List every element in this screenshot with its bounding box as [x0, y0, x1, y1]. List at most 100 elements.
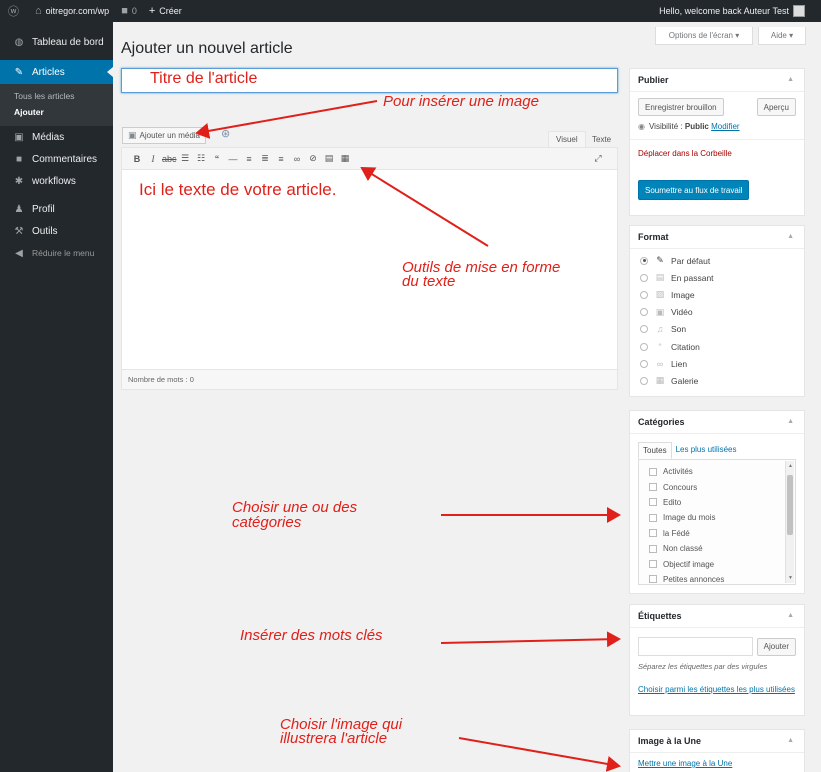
format-option-quote[interactable]: “Citation [630, 338, 804, 355]
collapse-arrow-icon[interactable]: ▲ [787, 612, 794, 619]
featured-image-box-title[interactable]: Image à la Une ▲ [630, 730, 804, 753]
align-left-icon[interactable]: ≡ [242, 154, 256, 164]
save-draft-button[interactable]: Enregistrer brouillon [638, 98, 724, 116]
unlink-icon[interactable]: ⊘ [306, 153, 320, 164]
list-item[interactable]: la Fédé [639, 526, 795, 541]
radio-button[interactable] [640, 376, 648, 385]
format-option-image[interactable]: ▨ Image [630, 286, 804, 303]
submenu-add-new[interactable]: Ajouter [0, 104, 113, 120]
submit-workflow-button[interactable]: Soumettre au flux de travail [638, 180, 750, 200]
fullscreen-icon[interactable]: ⤢ [591, 153, 605, 164]
tab-text[interactable]: Texte [585, 131, 618, 147]
comments-link[interactable]: ■ 0 [121, 5, 137, 17]
screen-options-button[interactable]: Options de l'écran ▾ [655, 27, 753, 45]
tags-box-title[interactable]: Étiquettes ▲ [630, 605, 804, 628]
link-icon[interactable]: ∞ [290, 154, 304, 164]
annotation-keywords: Insérer des mots clés [240, 627, 383, 644]
list-item[interactable]: Image du mois [639, 510, 795, 525]
sidebar-item-dashboard[interactable]: ◍ Tableau de bord [0, 30, 113, 54]
sidebar-item-articles[interactable]: ✎ Articles [0, 60, 113, 84]
radio-button[interactable] [640, 256, 648, 265]
align-center-icon[interactable]: ≣ [258, 153, 272, 164]
add-tag-button[interactable]: Ajouter [756, 637, 796, 656]
add-media-button[interactable]: ▣ Ajouter un média [122, 127, 206, 144]
radio-button[interactable] [640, 273, 648, 282]
bold-icon[interactable]: B [130, 154, 144, 164]
blockquote-icon[interactable]: “ [210, 154, 224, 164]
scroll-down-icon[interactable]: ▼ [788, 575, 793, 581]
radio-button[interactable] [640, 342, 648, 351]
modify-visibility-link[interactable]: Modifier [711, 122, 739, 131]
checkbox[interactable] [649, 575, 657, 584]
move-to-trash-link[interactable]: Déplacer dans la Corbeille [638, 149, 732, 158]
read-more-icon[interactable]: ▤ [322, 153, 336, 164]
strikethrough-icon[interactable]: abc [162, 154, 177, 164]
list-item[interactable]: Petites annonces [639, 572, 795, 587]
collapse-arrow-icon[interactable]: ▲ [787, 233, 794, 240]
submenu-all-articles[interactable]: Tous les articles [0, 88, 113, 104]
collapse-arrow-icon[interactable]: ▲ [787, 737, 794, 744]
annotation-title: Titre de l'article [150, 70, 258, 87]
sidebar-item-workflows[interactable]: ✱ workflows [0, 170, 113, 192]
choose-popular-tags-link[interactable]: Choisir parmi les étiquettes les plus ut… [638, 685, 795, 694]
categories-box-title[interactable]: Catégories ▲ [630, 411, 804, 434]
gallery-icon: ▦ [655, 375, 665, 386]
scrollbar-thumb[interactable] [787, 475, 793, 535]
set-featured-image-link[interactable]: Mettre une image à la Une [638, 759, 732, 768]
format-option-aside[interactable]: ▤ En passant [630, 269, 804, 286]
media-icon: ▣ [14, 131, 24, 143]
format-option-gallery[interactable]: ▦ Galerie [630, 372, 804, 389]
sidebar-item-comments[interactable]: ■ Commentaires [0, 148, 113, 170]
tab-all-categories[interactable]: Toutes [638, 442, 672, 459]
checkbox[interactable] [649, 498, 657, 507]
checkbox[interactable] [649, 513, 657, 522]
annotation-featured-image: Choisir l'image qui illustrera l'article [280, 716, 403, 748]
collapse-menu-button[interactable]: ◀ Réduire le menu [0, 242, 113, 264]
new-content-link[interactable]: + Créer [149, 5, 182, 17]
scroll-up-icon[interactable]: ▲ [788, 463, 793, 469]
tab-popular-categories[interactable]: Les plus utilisées [672, 442, 741, 459]
horizontal-line-icon[interactable]: — [226, 154, 240, 164]
sidebar-item-profile[interactable]: ♟ Profil [0, 198, 113, 220]
list-item[interactable]: Objectif image [639, 556, 795, 571]
preview-button[interactable]: Aperçu [756, 98, 796, 116]
list-item[interactable]: Activités [639, 464, 795, 479]
list-item[interactable]: Edito [639, 495, 795, 510]
bulleted-list-icon[interactable]: ☰ [178, 153, 192, 164]
checkbox[interactable] [649, 529, 657, 538]
list-item[interactable]: Concours [639, 479, 795, 494]
site-name-link[interactable]: ⌂ oitregor.com/wp [35, 5, 109, 17]
video-icon: ▣ [655, 306, 665, 317]
checkbox[interactable] [649, 560, 657, 569]
align-right-icon[interactable]: ≡ [274, 154, 288, 164]
format-option-standard[interactable]: ✎ Par défaut [630, 252, 804, 269]
list-item[interactable]: Non classé [639, 541, 795, 556]
sidebar-item-media[interactable]: ▣ Médias [0, 126, 113, 148]
format-box-title[interactable]: Format ▲ [630, 226, 804, 249]
checkbox[interactable] [649, 544, 657, 553]
radio-button[interactable] [640, 290, 648, 299]
format-option-link[interactable]: ∞ Lien [630, 355, 804, 372]
scrollbar[interactable]: ▲ ▼ [785, 461, 794, 583]
radio-button[interactable] [640, 359, 648, 368]
publish-box-title[interactable]: Publier ▲ [630, 69, 804, 92]
sidebar-item-tools[interactable]: ⚒ Outils [0, 220, 113, 242]
wordpress-logo-icon[interactable]: ⓦ [8, 3, 23, 19]
help-button[interactable]: Aide ▾ [758, 27, 806, 45]
radio-button[interactable] [640, 308, 648, 317]
checkbox[interactable] [649, 467, 657, 476]
numbered-list-icon[interactable]: ☷ [194, 153, 208, 164]
tab-visual[interactable]: Visuel [548, 131, 586, 147]
format-option-video[interactable]: ▣ Vidéo [630, 304, 804, 321]
radio-button[interactable] [640, 325, 648, 334]
collapse-arrow-icon[interactable]: ▲ [787, 418, 794, 425]
form-icon[interactable]: ⊛ [221, 127, 230, 140]
collapse-arrow-icon[interactable]: ▲ [787, 76, 794, 83]
format-option-audio[interactable]: ♫ Son [630, 321, 804, 338]
italic-icon[interactable]: I [146, 154, 160, 164]
tags-help-text: Séparez les étiquettes par des virgules [638, 662, 768, 671]
user-account-menu[interactable]: Hello, welcome back Auteur Test [659, 0, 805, 22]
tag-input[interactable] [638, 637, 753, 656]
checkbox[interactable] [649, 483, 657, 492]
toolbar-toggle-icon[interactable]: ▦ [338, 153, 352, 164]
